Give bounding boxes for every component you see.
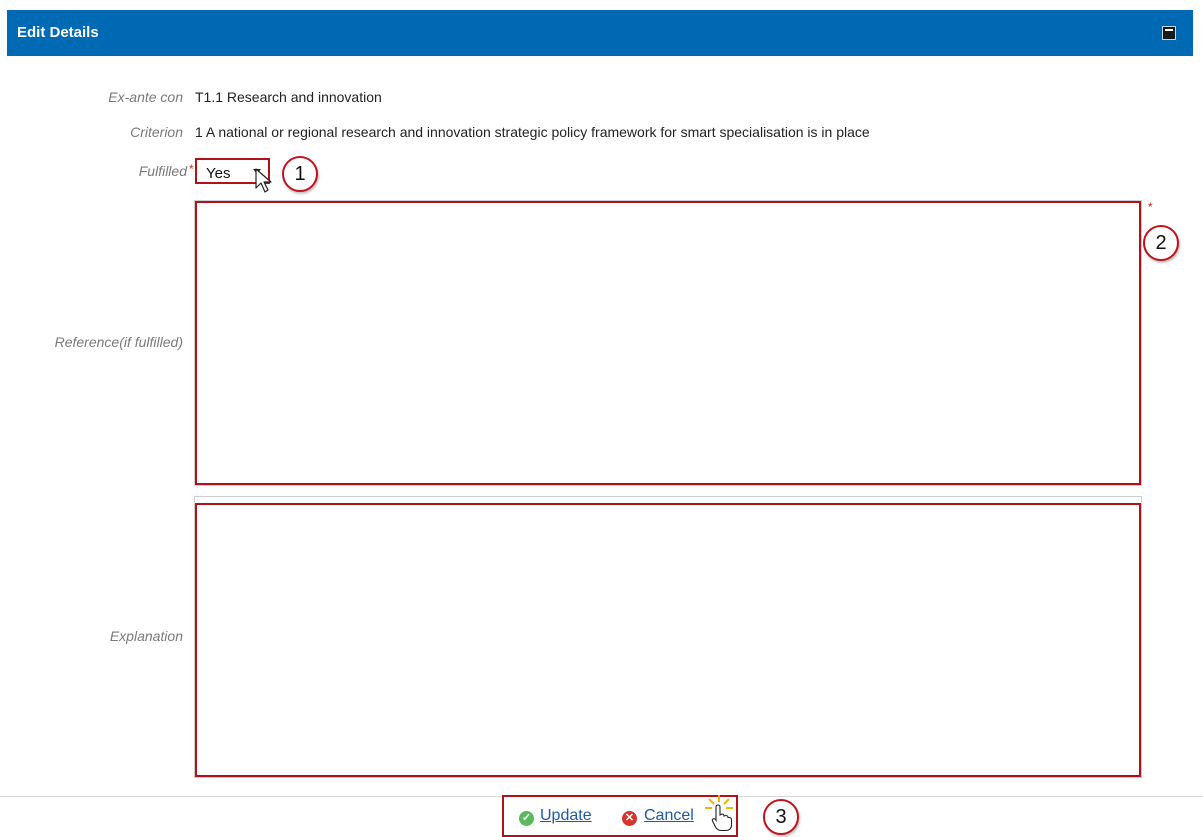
callout-1: 1 <box>282 156 318 192</box>
required-marker: * <box>189 162 194 176</box>
explanation-textarea[interactable] <box>195 503 1141 777</box>
exante-label: Ex-ante con <box>108 89 183 105</box>
mouse-cursor-icon <box>255 168 272 193</box>
fulfilled-label: Fulfilled <box>138 163 187 179</box>
panel-header: Edit Details <box>7 10 1193 56</box>
explanation-textarea-container <box>194 496 1142 778</box>
exante-value: T1.1 Research and innovation <box>195 89 382 105</box>
reference-label: Reference(if fulfilled) <box>54 334 183 350</box>
required-marker: * <box>1148 200 1153 214</box>
fulfilled-selected-value: Yes <box>206 165 231 182</box>
callout-2: 2 <box>1143 225 1179 261</box>
explanation-label: Explanation <box>109 628 183 644</box>
criterion-label: Criterion <box>130 124 183 140</box>
criterion-value: 1 A national or regional research and in… <box>195 124 870 140</box>
hand-pointer-icon <box>711 804 733 832</box>
panel-title: Edit Details <box>17 24 99 41</box>
callout-3: 3 <box>763 799 799 835</box>
reference-textarea-container <box>194 200 1142 486</box>
update-button[interactable]: Update <box>540 807 592 825</box>
close-circle-icon: ✕ <box>622 811 637 826</box>
maximize-icon[interactable] <box>1162 26 1176 40</box>
check-circle-icon: ✓ <box>519 811 534 826</box>
reference-textarea[interactable] <box>195 201 1141 485</box>
cancel-button[interactable]: Cancel <box>644 807 694 825</box>
